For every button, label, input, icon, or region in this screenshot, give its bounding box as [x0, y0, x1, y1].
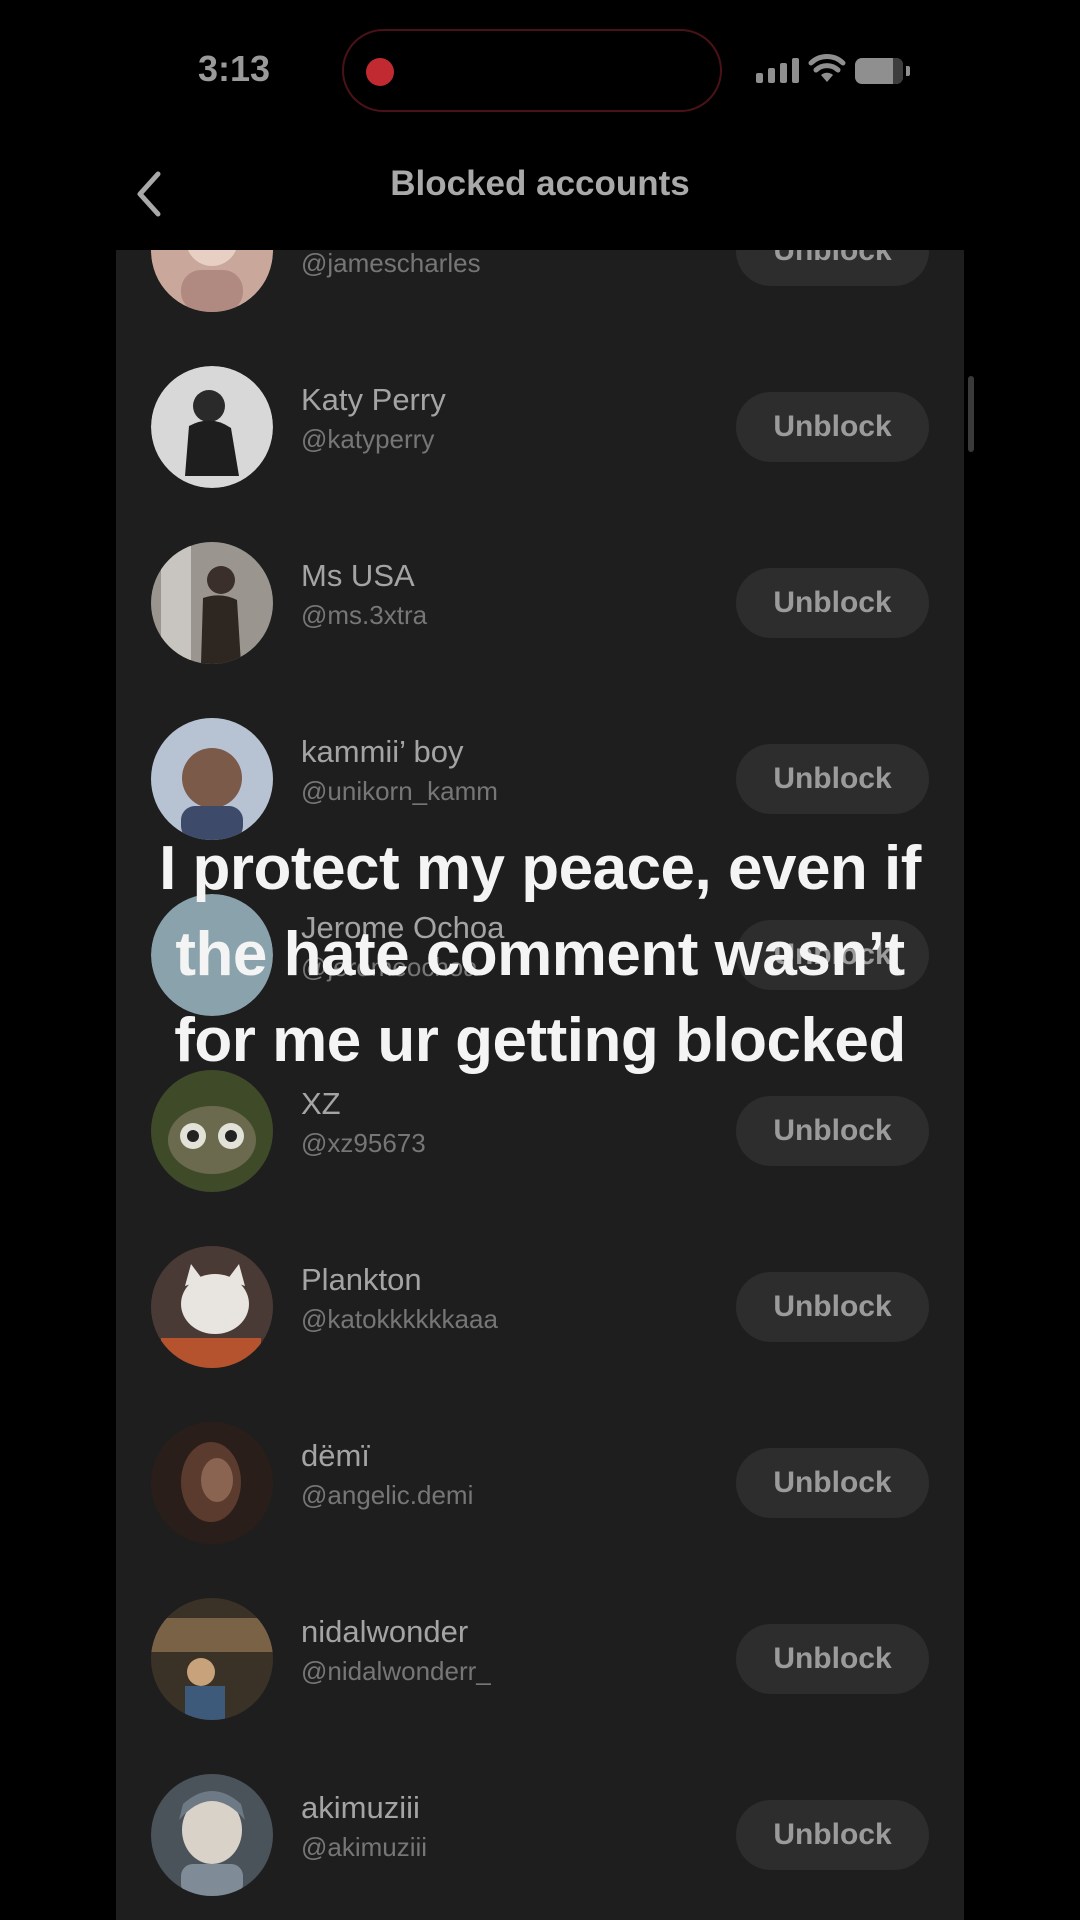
status-bar: 3:13 — [0, 0, 1080, 140]
recording-indicator-icon — [366, 58, 394, 86]
account-handle: @ms.3xtra — [301, 600, 428, 630]
avatar[interactable] — [151, 1246, 273, 1368]
caption-line: the hate comment wasn’t — [175, 920, 905, 989]
caption-line: I protect my peace, even if — [159, 834, 921, 903]
avatar[interactable] — [151, 1070, 273, 1192]
blocked-accounts-list[interactable]: @jamescharles Unblock Katy Perry @katype… — [116, 250, 964, 1920]
avatar[interactable] — [151, 718, 273, 840]
caption-line: for me ur getting blocked — [174, 1006, 906, 1075]
list-item: Katy Perry @katyperry Unblock — [116, 338, 964, 514]
dynamic-island — [342, 29, 722, 112]
list-item: dëmï @angelic.demi Unblock — [116, 1394, 964, 1570]
account-name: nidalwonder — [301, 1614, 469, 1649]
account-handle: @jamescharles — [301, 250, 481, 278]
avatar[interactable] — [151, 542, 273, 664]
unblock-button[interactable]: Unblock — [736, 1272, 929, 1342]
avatar[interactable] — [151, 1598, 273, 1720]
list-item: @jamescharles Unblock — [116, 250, 964, 338]
account-handle: @katokkkkkkaaa — [301, 1304, 498, 1334]
account-name: dëmï — [301, 1438, 370, 1473]
account-handle: @akimuziii — [301, 1832, 428, 1862]
video-caption: I protect my peace, even if the hate com… — [108, 826, 972, 1084]
wifi-icon — [808, 54, 846, 82]
list-item: akimuziii @akimuziii Unblock — [116, 1746, 964, 1920]
list-item: Plankton @katokkkkkkaaa Unblock — [116, 1218, 964, 1394]
unblock-button[interactable]: Unblock — [736, 1624, 929, 1694]
account-name: kammii’ boy — [301, 734, 464, 769]
account-name: akimuziii — [301, 1790, 420, 1825]
account-handle: @unikorn_kamm — [301, 776, 498, 806]
unblock-button[interactable]: Unblock — [736, 250, 929, 286]
account-handle: @xz95673 — [301, 1128, 426, 1158]
list-item: nidalwonder @nidalwonderr_ Unblock — [116, 1570, 964, 1746]
unblock-button[interactable]: Unblock — [736, 1800, 929, 1870]
account-handle: @angelic.demi — [301, 1480, 474, 1510]
account-name: Ms USA — [301, 558, 415, 593]
account-handle: @katyperry — [301, 424, 435, 454]
battery-icon — [855, 58, 910, 84]
avatar[interactable] — [151, 250, 273, 312]
account-name: Plankton — [301, 1262, 422, 1297]
avatar[interactable] — [151, 1774, 273, 1896]
page-title: Blocked accounts — [390, 164, 690, 203]
unblock-button[interactable]: Unblock — [736, 392, 929, 462]
header: Blocked accounts — [0, 140, 1080, 250]
unblock-button[interactable]: Unblock — [736, 744, 929, 814]
account-handle: @nidalwonderr_ — [301, 1656, 491, 1686]
account-name: Katy Perry — [301, 382, 446, 417]
unblock-button[interactable]: Unblock — [736, 568, 929, 638]
cellular-signal-icon — [756, 58, 799, 83]
scrollbar[interactable] — [968, 376, 974, 452]
avatar[interactable] — [151, 366, 273, 488]
unblock-button[interactable]: Unblock — [736, 1096, 929, 1166]
status-time: 3:13 — [198, 48, 271, 89]
avatar[interactable] — [151, 1422, 273, 1544]
account-name: XZ — [301, 1086, 341, 1121]
unblock-button[interactable]: Unblock — [736, 1448, 929, 1518]
list-item: Ms USA @ms.3xtra Unblock — [116, 514, 964, 690]
